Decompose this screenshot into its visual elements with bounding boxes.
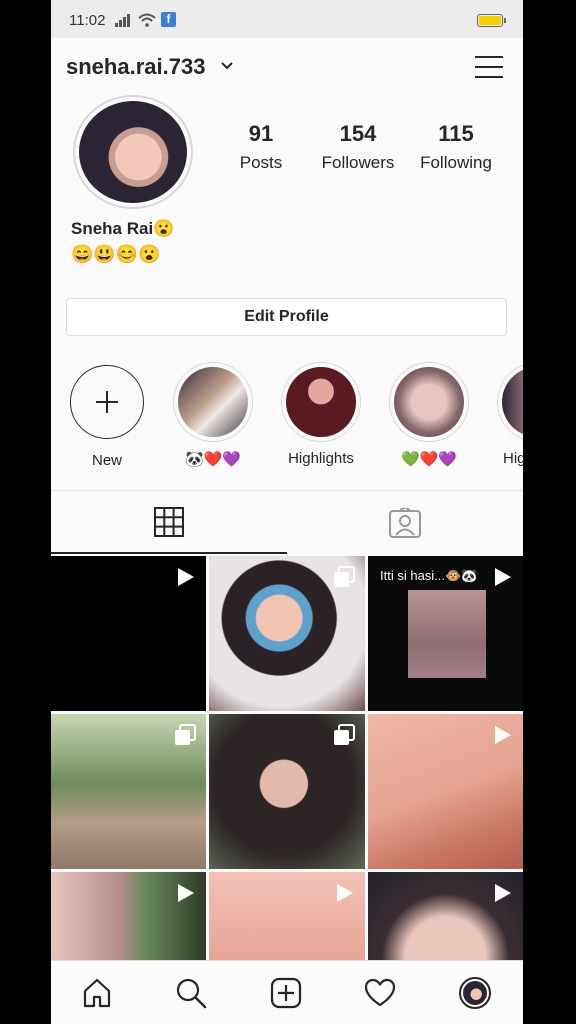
profile-avatar[interactable] [73,95,193,209]
search-icon [176,978,207,1009]
highlight-label: 💚❤️💜 [400,451,458,468]
edit-profile-button[interactable]: Edit Profile [66,298,507,336]
highlight-new[interactable]: New [67,362,147,469]
highlight-cover [394,367,464,437]
grid-post[interactable] [209,556,365,711]
new-highlight-button[interactable] [70,365,144,439]
grid-post[interactable] [51,714,206,869]
status-time: 11:02 [69,12,106,29]
bio-text: 😄😃😊😮 [71,244,161,264]
video-icon [178,884,194,902]
video-icon [337,884,353,902]
video-icon [495,884,511,902]
status-icons: f [115,12,176,27]
video-icon [495,726,511,744]
profile-tabs [51,490,523,554]
stat-posts[interactable]: 91 Posts [236,121,286,173]
profile-username[interactable]: sneha.rai.733 [66,54,205,80]
multiple-photos-icon [334,724,355,745]
highlight-label: Highlights [288,450,354,467]
add-post-icon [270,977,302,1009]
highlight-label: 🐼❤️💜 [184,451,242,468]
grid-post[interactable]: Itti si hasi...🐵🐼 [368,556,523,711]
status-bar: 11:02 f [51,0,523,38]
nav-activity[interactable] [362,975,398,1011]
followers-count: 154 [339,121,377,146]
signal-icon [115,13,133,27]
instagram-profile-screen: 11:02 f sneha.rai.733 91 Posts 154 Follo… [51,0,523,1024]
grid-post[interactable] [209,714,365,869]
profile-avatar-icon [459,977,491,1009]
highlight-cover [178,367,248,437]
multiple-photos-icon [175,724,196,745]
multiple-photos-icon [334,566,355,587]
stat-followers[interactable]: 154 Followers [316,121,400,173]
highlight-item[interactable]: Hig [497,362,523,467]
tagged-person-icon [389,507,421,538]
grid-post[interactable] [368,714,523,869]
post-thumbnail [408,590,486,678]
highlight-cover [286,367,356,437]
profile-photo [79,101,187,203]
bottom-navigation [51,960,523,1024]
battery-icon [477,14,506,27]
video-icon [495,568,511,586]
wifi-icon [138,13,156,27]
bio-name: Sneha Rai😮 [71,219,175,238]
home-icon [83,978,111,1008]
highlight-item[interactable]: Highlights [281,362,361,467]
video-icon [178,568,194,586]
highlight-label: New [91,452,122,469]
followers-label: Followers [321,153,395,172]
nav-profile[interactable] [457,975,493,1011]
nav-search[interactable] [173,975,209,1011]
heart-icon [364,978,396,1007]
following-label: Following [420,153,492,172]
menu-icon[interactable] [475,55,503,79]
plus-icon [96,391,118,413]
tab-tagged[interactable] [287,491,523,554]
chevron-down-icon[interactable] [221,62,233,70]
posts-count: 91 [248,121,274,146]
posts-grid: Itti si hasi...🐵🐼 [51,556,523,1024]
following-count: 115 [438,121,474,146]
tab-posts-grid[interactable] [51,491,287,554]
grid-post[interactable] [51,556,206,711]
post-caption: Itti si hasi...🐵🐼 [380,568,478,583]
highlight-cover [502,367,523,437]
nav-home[interactable] [79,975,115,1011]
facebook-notification-icon: f [161,12,176,27]
nav-new-post[interactable] [268,975,304,1011]
grid-icon [154,506,184,537]
stat-following[interactable]: 115 Following [416,121,496,173]
posts-label: Posts [239,153,283,172]
highlight-label: Hig [503,450,523,467]
highlight-item[interactable]: 🐼❤️💜 [173,362,253,468]
highlight-item[interactable]: 💚❤️💜 [389,362,469,468]
